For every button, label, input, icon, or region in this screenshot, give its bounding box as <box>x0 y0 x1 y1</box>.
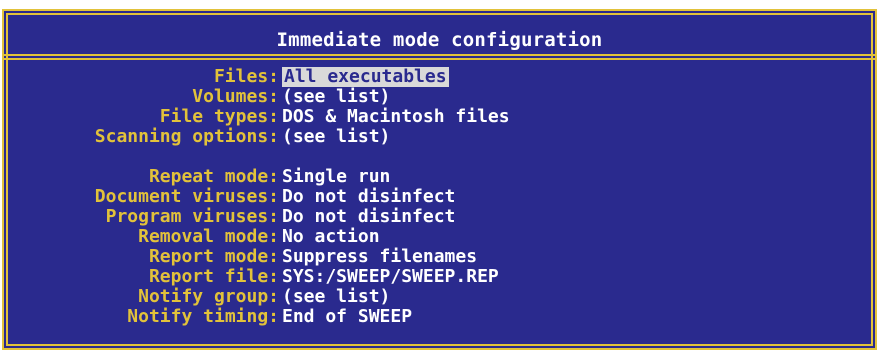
setting-value[interactable]: End of SWEEP <box>282 307 412 327</box>
setting-value[interactable]: (see list) <box>282 87 390 107</box>
setting-label: Scanning options: <box>94 126 279 147</box>
setting-label: Files: <box>213 66 279 87</box>
window-title: Immediate mode configuration <box>276 29 603 51</box>
setting-row-document-viruses[interactable]: Document viruses: Do not disinfect <box>2 187 877 207</box>
setting-label: Notify timing: <box>127 306 279 327</box>
setting-value[interactable]: DOS & Macintosh files <box>282 107 510 127</box>
setting-value[interactable]: (see list) <box>282 127 390 147</box>
setting-label: Report file: <box>148 266 279 287</box>
setting-value[interactable]: (see list) <box>282 287 390 307</box>
setting-label: Volumes: <box>192 86 279 107</box>
setting-label: File types: <box>159 106 279 127</box>
setting-value[interactable]: Do not disinfect <box>282 207 455 227</box>
setting-row-file-types[interactable]: File types: DOS & Macintosh files <box>2 107 877 127</box>
setting-label: Removal mode: <box>138 226 279 247</box>
setting-label: Repeat mode: <box>148 166 279 187</box>
config-window: Immediate mode configuration Files: All … <box>2 9 877 350</box>
setting-row-report-mode[interactable]: Report mode: Suppress filenames <box>2 247 877 267</box>
setting-row-scanning-options[interactable]: Scanning options: (see list) <box>2 127 877 147</box>
setting-row-program-viruses[interactable]: Program viruses: Do not disinfect <box>2 207 877 227</box>
setting-row-notify-timing[interactable]: Notify timing: End of SWEEP <box>2 307 877 327</box>
setting-row-repeat-mode[interactable]: Repeat mode: Single run <box>2 167 877 187</box>
setting-value[interactable]: Do not disinfect <box>282 187 455 207</box>
setting-label: Report mode: <box>148 246 279 267</box>
title-divider-top <box>4 54 875 56</box>
setting-value[interactable]: Suppress filenames <box>282 247 477 267</box>
setting-value-selected[interactable]: All executables <box>282 67 449 87</box>
setting-label: Document viruses: <box>94 186 279 207</box>
setting-label: Program viruses: <box>105 206 279 227</box>
setting-value[interactable]: Single run <box>282 167 390 187</box>
title-divider-bottom <box>4 58 875 60</box>
setting-row-files[interactable]: Files: All executables <box>2 67 877 87</box>
setting-row-notify-group[interactable]: Notify group: (see list) <box>2 287 877 307</box>
setting-row-report-file[interactable]: Report file: SYS:/SWEEP/SWEEP.REP <box>2 267 877 287</box>
setting-label: Notify group: <box>138 286 279 307</box>
setting-row-volumes[interactable]: Volumes: (see list) <box>2 87 877 107</box>
setting-value[interactable]: No action <box>282 227 380 247</box>
setting-row-removal-mode[interactable]: Removal mode: No action <box>2 227 877 247</box>
setting-value[interactable]: SYS:/SWEEP/SWEEP.REP <box>282 267 499 287</box>
